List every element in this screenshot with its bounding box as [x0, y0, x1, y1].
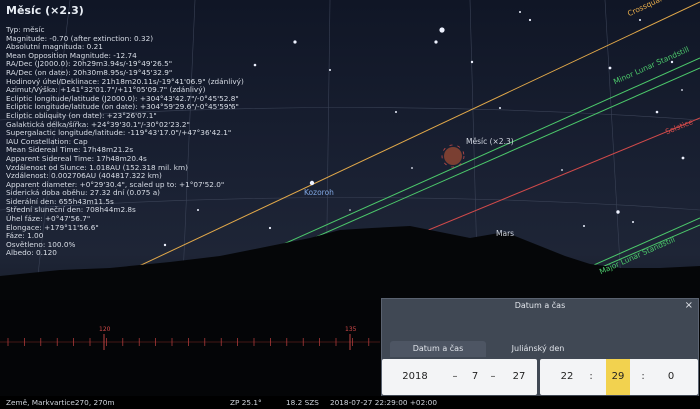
location-status[interactable]: Země, Markvartice270, 270m — [6, 398, 115, 407]
moon[interactable] — [441, 144, 465, 168]
timeline-bar[interactable] — [0, 316, 380, 356]
month-field[interactable]: 7 — [466, 359, 484, 395]
time-separator: : — [589, 371, 593, 382]
time-separator-2: : — [641, 371, 645, 382]
constellation-label-capricornus: Kozoroh — [304, 188, 334, 197]
mars-label[interactable]: Mars — [496, 229, 514, 238]
tab-date-time[interactable]: Datum a čas — [390, 341, 486, 357]
date-panel: 2018 – 7 – 27 — [382, 359, 537, 395]
dialog-title-bar[interactable]: Datum a čas × — [382, 299, 698, 313]
date-separator-2: – — [490, 371, 496, 382]
datetime-status[interactable]: 2018-07-27 22:29:00 +02:00 — [330, 398, 437, 407]
object-title: Měsíc (×2.3) — [6, 4, 84, 17]
timeline-mark-120: 120 — [99, 326, 111, 333]
second-field[interactable]: 0 — [660, 359, 682, 395]
object-info-lines: Typ: měsíc Magnitude: -0.70 (after extinc… — [6, 25, 244, 258]
moon-label[interactable]: Měsíc (×2.3) — [466, 137, 514, 146]
date-separator: – — [452, 371, 458, 382]
date-time-dialog: Datum a čas × Datum a čas Juliánský den … — [381, 298, 699, 398]
object-info-panel: Měsíc (×2.3) Typ: měsíc Magnitude: -0.70 … — [6, 4, 244, 258]
tab-julian-day[interactable]: Juliánský den — [490, 341, 586, 357]
stellarium-screen: Měsíc (×2.3) Typ: měsíc Magnitude: -0.70 … — [0, 0, 700, 409]
timeline-mark-135: 135 — [345, 326, 357, 333]
close-icon[interactable]: × — [685, 299, 693, 313]
year-field[interactable]: 2018 — [398, 359, 432, 395]
hour-field[interactable]: 22 — [556, 359, 578, 395]
fov-status: ZP 25.1° — [230, 398, 262, 407]
minute-field[interactable]: 29 — [606, 359, 630, 395]
object-info-line: Albedo: 0.120 — [6, 248, 57, 258]
day-field[interactable]: 27 — [508, 359, 530, 395]
time-panel: 22 : 29 : 0 — [540, 359, 698, 395]
dialog-title: Datum a čas — [514, 301, 566, 310]
status-bar: Země, Markvartice270, 270m ZP 25.1° 18.2… — [0, 396, 700, 409]
fps-status: 18.2 SZS — [286, 398, 319, 407]
